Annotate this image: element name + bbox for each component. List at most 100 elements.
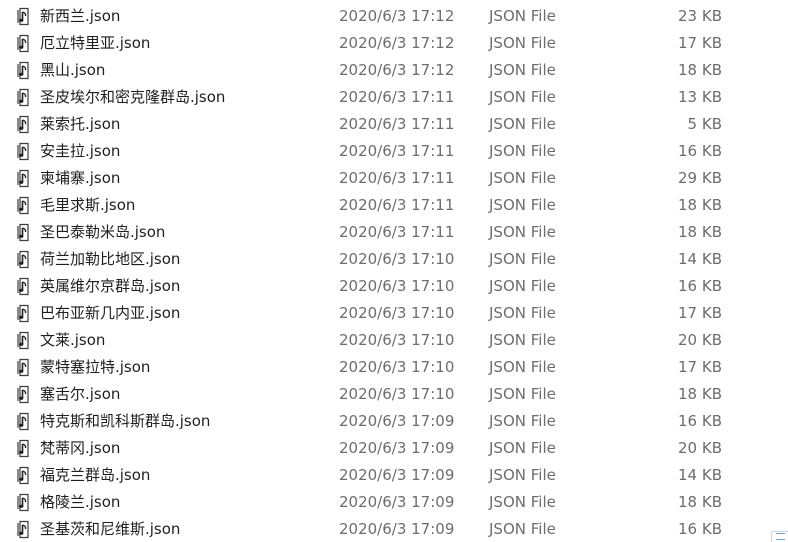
modified-date: 2020/6/3 17:09 [339, 412, 455, 430]
modified-date: 2020/6/3 17:11 [339, 88, 455, 106]
file-name: 柬埔寨.json [40, 169, 121, 187]
file-size: 5 KB [687, 115, 722, 133]
file-size: 17 KB [678, 34, 722, 52]
modified-date: 2020/6/3 17:09 [339, 439, 455, 457]
modified-date: 2020/6/3 17:10 [339, 385, 455, 403]
modified-date: 2020/6/3 17:10 [339, 277, 455, 295]
modified-date: 2020/6/3 17:11 [339, 115, 455, 133]
file-type: JSON File [489, 7, 556, 25]
json-file-icon [17, 304, 29, 323]
file-row[interactable]: 新西兰.json 2020/6/3 17:12 JSON File 23 KB [0, 3, 788, 30]
file-name: 黑山.json [40, 61, 106, 79]
json-file-icon [17, 223, 29, 242]
file-name: 特克斯和凯科斯群岛.json [40, 412, 211, 430]
json-file-icon [17, 358, 29, 377]
file-row[interactable]: 莱索托.json 2020/6/3 17:11 JSON File 5 KB [0, 111, 788, 138]
file-size: 18 KB [678, 493, 722, 511]
file-size: 23 KB [678, 7, 722, 25]
file-row[interactable]: 黑山.json 2020/6/3 17:12 JSON File 18 KB [0, 57, 788, 84]
file-row[interactable]: 安圭拉.json 2020/6/3 17:11 JSON File 16 KB [0, 138, 788, 165]
modified-date: 2020/6/3 17:10 [339, 304, 455, 322]
file-size: 18 KB [678, 223, 722, 241]
json-file-icon [17, 439, 29, 458]
file-row[interactable]: 圣皮埃尔和密克隆群岛.json 2020/6/3 17:11 JSON File 13… [0, 84, 788, 111]
file-row[interactable]: 特克斯和凯科斯群岛.json 2020/6/3 17:09 JSON File 16 … [0, 408, 788, 435]
file-row[interactable]: 英属维尔京群岛.json 2020/6/3 17:10 JSON File 16 KB [0, 273, 788, 300]
file-size: 16 KB [678, 277, 722, 295]
file-type: JSON File [489, 466, 556, 484]
modified-date: 2020/6/3 17:10 [339, 358, 455, 376]
file-row[interactable]: 巴布亚新几内亚.json 2020/6/3 17:10 JSON File 17 KB [0, 300, 788, 327]
json-file-icon [17, 466, 29, 485]
file-row[interactable]: 圣基茨和尼维斯.json 2020/6/3 17:09 JSON File 16 KB [0, 516, 788, 542]
file-name: 圣皮埃尔和密克隆群岛.json [40, 88, 226, 106]
file-name: 莱索托.json [40, 115, 121, 133]
file-name: 格陵兰.json [40, 493, 121, 511]
file-row[interactable]: 格陵兰.json 2020/6/3 17:09 JSON File 18 KB [0, 489, 788, 516]
file-type: JSON File [489, 61, 556, 79]
file-size: 13 KB [678, 88, 722, 106]
file-type: JSON File [489, 520, 556, 538]
json-file-icon [17, 277, 29, 296]
json-file-icon [17, 385, 29, 404]
file-size: 14 KB [678, 250, 722, 268]
resize-grip[interactable] [771, 531, 788, 542]
file-name: 圣巴泰勒米岛.json [40, 223, 166, 241]
file-type: JSON File [489, 196, 556, 214]
file-name: 安圭拉.json [40, 142, 121, 160]
file-row[interactable]: 荷兰加勒比地区.json 2020/6/3 17:10 JSON File 14 KB [0, 246, 788, 273]
json-file-icon [17, 250, 29, 269]
file-list: 新西兰.json 2020/6/3 17:12 JSON File 23 KB 厄立特里… [0, 3, 788, 542]
modified-date: 2020/6/3 17:11 [339, 142, 455, 160]
json-file-icon [17, 412, 29, 431]
file-size: 17 KB [678, 358, 722, 376]
file-row[interactable]: 文莱.json 2020/6/3 17:10 JSON File 20 KB [0, 327, 788, 354]
file-row[interactable]: 塞舌尔.json 2020/6/3 17:10 JSON File 18 KB [0, 381, 788, 408]
json-file-icon [17, 7, 29, 26]
file-name: 毛里求斯.json [40, 196, 136, 214]
file-name: 文莱.json [40, 331, 106, 349]
file-row[interactable]: 厄立特里亚.json 2020/6/3 17:12 JSON File 17 KB [0, 30, 788, 57]
file-row[interactable]: 福克兰群岛.json 2020/6/3 17:09 JSON File 14 KB [0, 462, 788, 489]
file-size: 14 KB [678, 466, 722, 484]
json-file-icon [17, 493, 29, 512]
file-name: 福克兰群岛.json [40, 466, 151, 484]
file-name: 巴布亚新几内亚.json [40, 304, 181, 322]
file-size: 16 KB [678, 412, 722, 430]
file-row[interactable]: 梵蒂冈.json 2020/6/3 17:09 JSON File 20 KB [0, 435, 788, 462]
grip-icon [776, 533, 785, 540]
file-size: 20 KB [678, 439, 722, 457]
file-type: JSON File [489, 439, 556, 457]
json-file-icon [17, 169, 29, 188]
file-row[interactable]: 柬埔寨.json 2020/6/3 17:11 JSON File 29 KB [0, 165, 788, 192]
file-name: 梵蒂冈.json [40, 439, 121, 457]
modified-date: 2020/6/3 17:10 [339, 250, 455, 268]
file-type: JSON File [489, 304, 556, 322]
file-size: 17 KB [678, 304, 722, 322]
file-type: JSON File [489, 34, 556, 52]
file-type: JSON File [489, 412, 556, 430]
file-row[interactable]: 毛里求斯.json 2020/6/3 17:11 JSON File 18 KB [0, 192, 788, 219]
file-type: JSON File [489, 385, 556, 403]
json-file-icon [17, 142, 29, 161]
file-row[interactable]: 圣巴泰勒米岛.json 2020/6/3 17:11 JSON File 18 KB [0, 219, 788, 246]
file-name: 圣基茨和尼维斯.json [40, 520, 181, 538]
json-file-icon [17, 331, 29, 350]
file-name: 塞舌尔.json [40, 385, 121, 403]
modified-date: 2020/6/3 17:11 [339, 169, 455, 187]
file-type: JSON File [489, 88, 556, 106]
json-file-icon [17, 520, 29, 539]
file-row[interactable]: 蒙特塞拉特.json 2020/6/3 17:10 JSON File 17 KB [0, 354, 788, 381]
file-name: 蒙特塞拉特.json [40, 358, 151, 376]
json-file-icon [17, 115, 29, 134]
file-size: 20 KB [678, 331, 722, 349]
modified-date: 2020/6/3 17:09 [339, 493, 455, 511]
file-size: 16 KB [678, 520, 722, 538]
file-name: 英属维尔京群岛.json [40, 277, 181, 295]
file-type: JSON File [489, 115, 556, 133]
file-size: 18 KB [678, 196, 722, 214]
modified-date: 2020/6/3 17:11 [339, 223, 455, 241]
file-type: JSON File [489, 169, 556, 187]
file-size: 16 KB [678, 142, 722, 160]
modified-date: 2020/6/3 17:12 [339, 61, 455, 79]
